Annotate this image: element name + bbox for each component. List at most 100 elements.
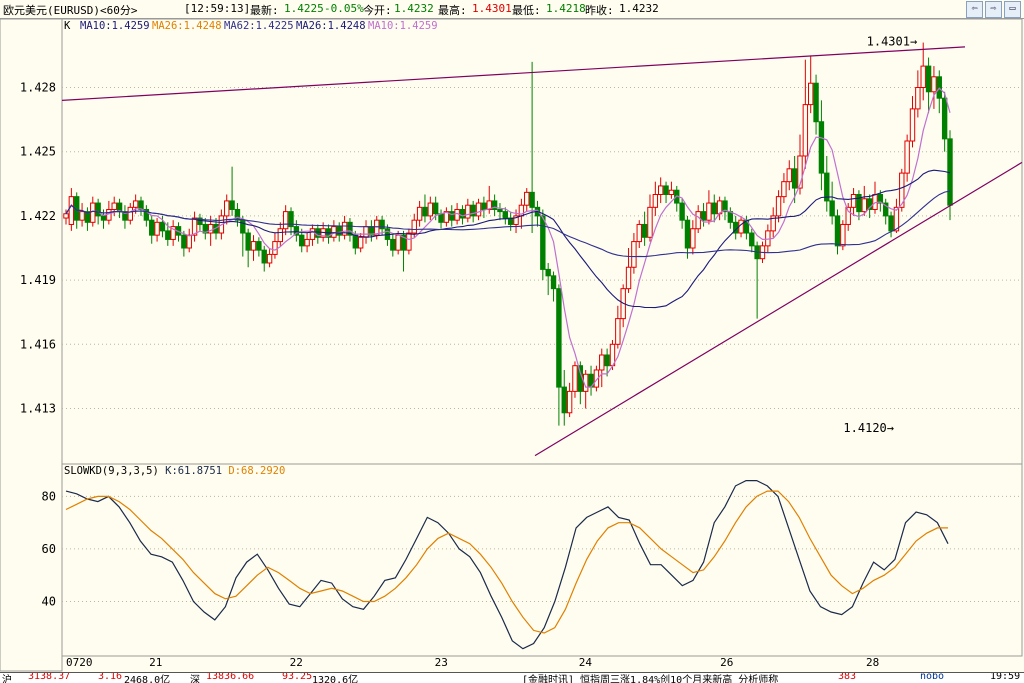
candle-body xyxy=(604,354,610,367)
candle-body xyxy=(416,206,423,221)
candle-body xyxy=(159,221,166,232)
x-tick-label: 24 xyxy=(579,656,593,669)
candle-body xyxy=(529,191,535,208)
candle-body xyxy=(545,268,551,277)
candle-body xyxy=(524,191,530,206)
candle-body xyxy=(711,202,717,215)
candle-body xyxy=(100,215,107,221)
candle-body xyxy=(95,202,101,217)
ticker-sz-change: 93.25 xyxy=(282,672,313,682)
candle-body xyxy=(475,202,482,217)
candle-body xyxy=(657,185,664,196)
restore-icon[interactable]: ▭ xyxy=(1004,1,1021,18)
forward-icon[interactable]: ⇨ xyxy=(985,1,1002,18)
candle-body xyxy=(668,189,675,196)
status-ticker: 沪 3138.37 3.16 2468.0亿 深 13836.66 93.25 … xyxy=(0,672,1024,683)
chart-canvas: 1.413 1.416 1.419 1.422 1.425 1.428 40 60 80 1.43… xyxy=(0,18,1023,672)
prev-close-label: 昨收: xyxy=(585,4,614,17)
candle-body xyxy=(459,208,466,219)
ticker-sz-volume: 1320.6亿 xyxy=(312,675,359,683)
kd-legend: SLOWKD(9,3,3,5) K:61.8751 D:68.2920 xyxy=(64,465,285,477)
kd-d-value: D:68.2920 xyxy=(228,465,286,477)
candle-body xyxy=(309,228,316,240)
back-icon[interactable]: ⇦ xyxy=(966,1,983,18)
candle-body xyxy=(679,202,685,221)
candle-body xyxy=(240,219,246,234)
ticker-sh-label: 沪 xyxy=(2,675,12,683)
candle-body xyxy=(818,121,825,174)
candle-body xyxy=(207,223,214,234)
candle-body xyxy=(390,238,396,251)
candle-body xyxy=(165,230,171,240)
legend-ma10: MA10:1.4259 xyxy=(80,20,150,32)
ticker-sh-change: 3.16 xyxy=(98,672,123,682)
candle-body xyxy=(272,241,278,255)
candle-body xyxy=(181,234,187,249)
ticker-sz-value: 13836.66 xyxy=(206,672,255,682)
candle-body xyxy=(357,236,364,249)
candle-body xyxy=(406,232,412,251)
candle-body xyxy=(775,196,782,217)
candle-body xyxy=(111,202,117,210)
candle-body xyxy=(250,241,257,251)
candle-body xyxy=(245,232,251,251)
low-label: 最低: xyxy=(512,4,541,17)
kd-panel-frame xyxy=(61,463,1023,657)
candle-body xyxy=(422,206,428,217)
candle-body xyxy=(266,253,273,264)
candle-body xyxy=(411,219,417,234)
candle-body xyxy=(465,204,471,219)
legend-ma10-b: MA10:1.4259 xyxy=(368,20,438,32)
candle-body xyxy=(888,215,894,232)
candle-body xyxy=(363,226,369,238)
x-tick-label: 23 xyxy=(435,656,448,669)
upper-channel-line xyxy=(61,46,966,101)
price-tick-label: 1.413 xyxy=(20,402,56,416)
candle-body xyxy=(186,234,192,249)
candle-body xyxy=(277,228,284,243)
candle-body xyxy=(904,140,910,174)
candle-body xyxy=(352,234,359,249)
candle-body xyxy=(449,211,455,221)
ticker-sh-volume: 2468.0亿 xyxy=(124,675,171,683)
quote-header: 欧元美元(EURUSD)<60分> [12:59:13] 最新: 1.4225 … xyxy=(0,0,1024,19)
high-label: 最高: xyxy=(438,4,467,17)
candle-body xyxy=(856,194,862,213)
candle-body xyxy=(931,76,937,93)
latest-value: 1.4225 xyxy=(284,2,324,15)
kd-tick-label: 60 xyxy=(42,542,56,556)
clock: 19:59 xyxy=(990,672,1021,682)
x-tick-label: 26 xyxy=(720,656,733,669)
ma26-line xyxy=(65,169,951,309)
candle-body xyxy=(861,198,867,213)
candle-body xyxy=(304,238,310,247)
change-value: -0.05% xyxy=(324,2,364,15)
candle-body xyxy=(572,365,578,392)
candle-body xyxy=(395,234,401,251)
candle-body xyxy=(299,234,305,247)
price-tick-label: 1.425 xyxy=(20,145,56,159)
open-label: 今开: xyxy=(363,4,392,17)
news-ticker[interactable]: [金融时讯] 恒指周三涨1.84%创10个月来新高 分析师称 xyxy=(522,673,778,683)
price-tick-label: 1.428 xyxy=(20,81,56,95)
latest-label: 最新: xyxy=(250,4,279,17)
candle-body xyxy=(695,211,701,230)
candle-body xyxy=(808,82,814,106)
candle-body xyxy=(229,200,235,210)
candle-body xyxy=(454,208,460,221)
x-tick-label: 28 xyxy=(866,656,879,669)
candle-body xyxy=(663,185,669,196)
candle-body xyxy=(700,211,707,221)
candle-body xyxy=(631,241,637,268)
candle-body xyxy=(138,200,144,210)
candle-body xyxy=(749,232,755,247)
candle-body xyxy=(647,206,653,238)
candle-body xyxy=(636,223,642,243)
candle-body xyxy=(802,104,809,157)
kd-name: SLOWKD(9,3,3,5) xyxy=(64,465,159,477)
extreme-label: 1.4120→ xyxy=(843,421,894,435)
alert-badge[interactable]: 383 xyxy=(838,673,856,682)
candle-body xyxy=(925,65,932,93)
ticker-sz-label: 深 xyxy=(190,675,200,683)
candle-body xyxy=(497,208,503,213)
